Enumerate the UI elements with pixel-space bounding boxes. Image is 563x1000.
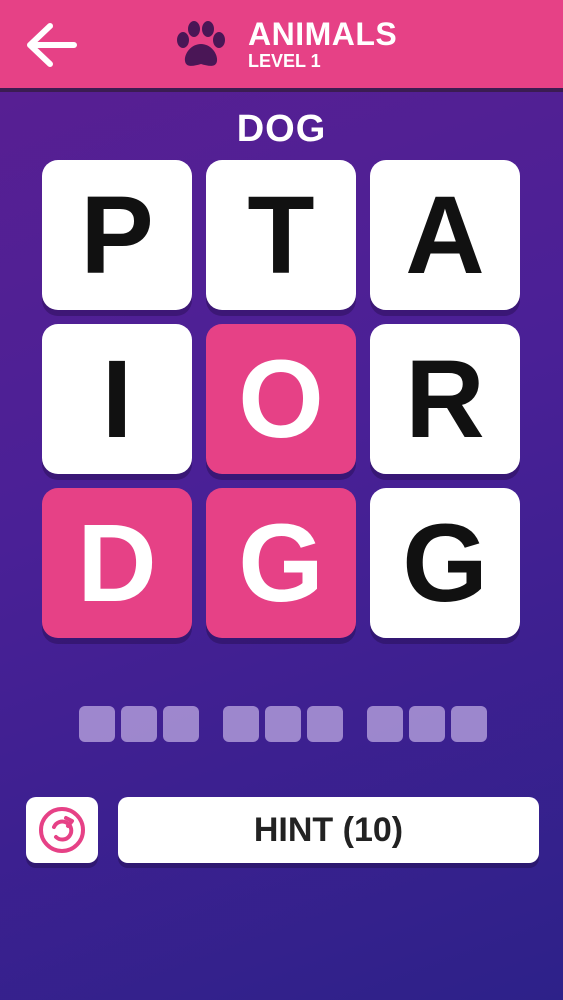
- letter-tile[interactable]: A: [370, 160, 520, 310]
- answer-slot: [163, 706, 199, 742]
- letter-tile[interactable]: G: [370, 488, 520, 638]
- answer-slot: [451, 706, 487, 742]
- arrow-left-icon: [27, 23, 77, 67]
- answer-slot: [121, 706, 157, 742]
- paw-icon: [174, 20, 228, 70]
- answer-slot: [223, 706, 259, 742]
- back-button[interactable]: [24, 22, 78, 68]
- answer-slot: [409, 706, 445, 742]
- restart-button[interactable]: [26, 797, 98, 863]
- hint-button[interactable]: HINT (10): [118, 797, 539, 863]
- letter-tile[interactable]: I: [42, 324, 192, 474]
- target-word: DOG: [236, 108, 327, 150]
- answer-slot: [367, 706, 403, 742]
- letter-tile[interactable]: O: [206, 324, 356, 474]
- top-bar: ANIMALS LEVEL 1: [0, 0, 563, 92]
- letter-tile[interactable]: G: [206, 488, 356, 638]
- letter-tile[interactable]: P: [42, 160, 192, 310]
- letter-tile[interactable]: T: [206, 160, 356, 310]
- restart-icon: [39, 807, 85, 853]
- answer-slot: [307, 706, 343, 742]
- answer-slot: [79, 706, 115, 742]
- answer-slot: [265, 706, 301, 742]
- letter-tile[interactable]: D: [42, 488, 192, 638]
- level-label: LEVEL 1: [248, 51, 321, 71]
- category-title: ANIMALS: [248, 16, 398, 52]
- letter-grid: PTAIORDGG: [42, 160, 522, 640]
- letter-tile[interactable]: R: [370, 324, 520, 474]
